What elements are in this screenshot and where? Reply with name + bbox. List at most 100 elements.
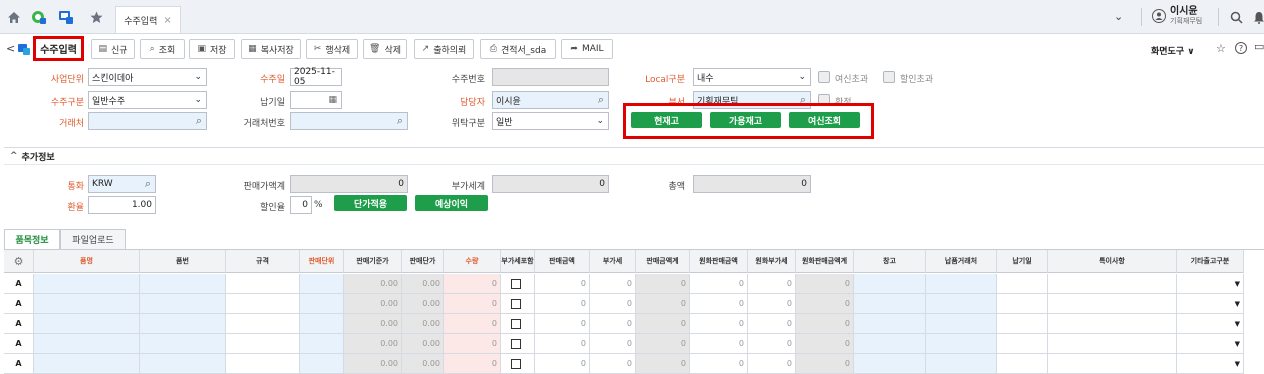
cell-unit-price[interactable]: 0.00 <box>402 294 444 314</box>
column-header[interactable]: 판매단위 <box>300 250 344 273</box>
cell-sales-total[interactable]: 0 <box>636 274 690 294</box>
cell-item-name[interactable] <box>34 334 140 354</box>
extra-info-section-header[interactable]: ^ 추가정보 <box>4 147 1264 165</box>
cell-krw-amount[interactable]: 0 <box>690 354 748 374</box>
cell-krw-amount[interactable]: 0 <box>690 334 748 354</box>
cell-warehouse[interactable] <box>854 274 926 294</box>
cell-krw-vat[interactable]: 0 <box>748 334 796 354</box>
screen-tools-menu[interactable]: 화면도구 ∨ <box>1151 44 1195 57</box>
calendar-icon[interactable]: ▦ <box>328 95 337 105</box>
cell-vat[interactable]: 0 <box>590 314 636 334</box>
cell-remarks[interactable] <box>1048 314 1177 334</box>
cell-sales-unit[interactable] <box>300 294 344 314</box>
bell-icon[interactable] <box>1251 9 1264 25</box>
cell-qty[interactable]: 0 <box>444 354 501 374</box>
cell-item-code[interactable] <box>140 354 226 374</box>
cell-sales-total[interactable]: 0 <box>636 314 690 334</box>
search-button[interactable]: ⌕ 조회 <box>140 39 185 59</box>
cell-warehouse[interactable] <box>854 354 926 374</box>
cell-spec[interactable] <box>226 274 300 294</box>
cell-unit-price[interactable]: 0.00 <box>402 334 444 354</box>
customer-field[interactable]: ⌕ <box>88 112 207 130</box>
cell-remarks[interactable] <box>1048 354 1177 374</box>
cell-unit-price[interactable]: 0.00 <box>402 274 444 294</box>
cell-sales-unit[interactable] <box>300 354 344 374</box>
cell-delivery-customer[interactable] <box>926 314 997 334</box>
cell-krw-total[interactable]: 0 <box>796 334 854 354</box>
cell-sales-amount[interactable]: 0 <box>535 294 590 314</box>
column-header[interactable]: 창고 <box>854 250 926 273</box>
column-header[interactable]: 원화판매금액계 <box>796 250 854 273</box>
cell-remarks[interactable] <box>1048 294 1177 314</box>
available-stock-button[interactable]: 가용재고 <box>710 112 781 128</box>
back-arrow-icon[interactable]: < <box>6 42 15 55</box>
business-unit-select[interactable]: 스킨이데아 ⌄ <box>88 68 207 86</box>
grid-settings-gear-icon[interactable]: ⚙ <box>4 250 34 273</box>
cell-sales-unit[interactable] <box>300 274 344 294</box>
order-type-select[interactable]: 일반수주 ⌄ <box>88 91 207 109</box>
cell-krw-vat[interactable]: 0 <box>748 314 796 334</box>
cell-krw-amount[interactable]: 0 <box>690 274 748 294</box>
cell-qty[interactable]: 0 <box>444 294 501 314</box>
local-type-select[interactable]: 내수 ⌄ <box>693 68 811 86</box>
cell-std-price[interactable]: 0.00 <box>344 334 402 354</box>
delivery-date-field[interactable]: ▦ <box>290 91 342 109</box>
cell-item-name[interactable] <box>34 294 140 314</box>
cell-sales-total[interactable]: 0 <box>636 354 690 374</box>
cell-delivery-date[interactable] <box>997 294 1048 314</box>
search-icon[interactable]: ⌕ <box>145 177 151 191</box>
cell-std-price[interactable]: 0.00 <box>344 274 402 294</box>
cell-spec[interactable] <box>226 294 300 314</box>
cell-krw-vat[interactable]: 0 <box>748 274 796 294</box>
tab-item-info[interactable]: 품목정보 <box>4 229 60 249</box>
column-header[interactable]: 부가세 <box>590 250 636 273</box>
cell-spec[interactable] <box>226 334 300 354</box>
column-header[interactable]: 기타출고구분 <box>1177 250 1244 273</box>
cell-delivery-customer[interactable] <box>926 274 997 294</box>
cell-item-code[interactable] <box>140 334 226 354</box>
cell-unit-price[interactable]: 0.00 <box>402 354 444 374</box>
delete-button[interactable]: 🗑 삭제 <box>363 39 407 59</box>
discount-over-checkbox[interactable] <box>883 71 895 83</box>
consign-type-select[interactable]: 일반 ⌄ <box>492 112 609 130</box>
cell-vat[interactable]: 0 <box>590 334 636 354</box>
cell-vat[interactable]: 0 <box>590 274 636 294</box>
cell-krw-vat[interactable]: 0 <box>748 354 796 374</box>
cell-sales-total[interactable]: 0 <box>636 294 690 314</box>
star-icon[interactable] <box>88 9 104 25</box>
vat-included-checkbox[interactable] <box>501 314 535 334</box>
cell-item-code[interactable] <box>140 294 226 314</box>
cell-warehouse[interactable] <box>854 314 926 334</box>
expected-profit-button[interactable]: 예상이익 <box>415 195 488 211</box>
cell-sales-total[interactable]: 0 <box>636 334 690 354</box>
cell-std-price[interactable]: 0.00 <box>344 314 402 334</box>
customer-no-field[interactable]: ⌕ <box>290 112 408 130</box>
search-icon[interactable]: ⌕ <box>598 93 604 107</box>
cell-qty[interactable]: 0 <box>444 274 501 294</box>
search-icon[interactable]: ⌕ <box>397 114 403 128</box>
column-header[interactable]: 품명 <box>34 250 140 273</box>
column-header[interactable]: 특이사항 <box>1048 250 1177 273</box>
cell-sales-amount[interactable]: 0 <box>535 274 590 294</box>
cell-remarks[interactable] <box>1048 274 1177 294</box>
cell-item-code[interactable] <box>140 274 226 294</box>
cell-std-price[interactable]: 0.00 <box>344 294 402 314</box>
column-header[interactable]: 판매단가 <box>402 250 444 273</box>
cell-std-price[interactable]: 0.00 <box>344 354 402 374</box>
exchange-rate-field[interactable]: 1.00 <box>88 196 156 214</box>
cell-item-name[interactable] <box>34 274 140 294</box>
help-icon[interactable]: ? <box>1235 42 1247 54</box>
vat-included-checkbox[interactable] <box>501 354 535 374</box>
new-button[interactable]: ▤ 신규 <box>91 39 135 59</box>
cell-delivery-customer[interactable] <box>926 354 997 374</box>
save-button[interactable]: ▣ 저장 <box>189 39 235 59</box>
checkbox[interactable] <box>511 318 521 329</box>
other-release-type-select[interactable]: ▼ <box>1177 274 1244 294</box>
vat-included-checkbox[interactable] <box>501 294 535 314</box>
cell-qty[interactable]: 0 <box>444 334 501 354</box>
cell-sales-unit[interactable] <box>300 334 344 354</box>
app-icon-1[interactable] <box>31 9 47 25</box>
column-header[interactable]: 납품거래처 <box>926 250 997 273</box>
tab-file-upload[interactable]: 파일업로드 <box>60 229 126 249</box>
cell-krw-total[interactable]: 0 <box>796 314 854 334</box>
